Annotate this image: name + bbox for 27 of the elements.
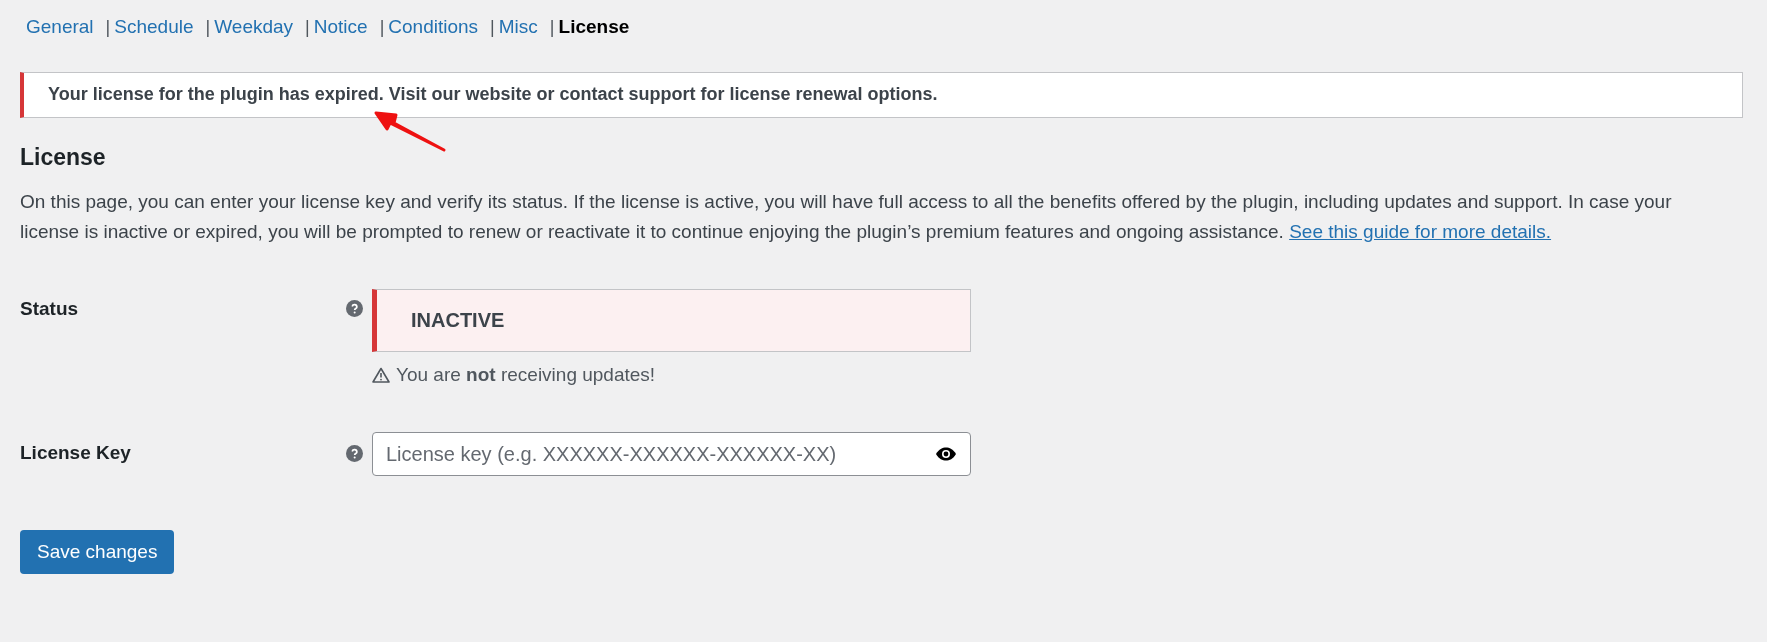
section-heading: License bbox=[20, 144, 107, 171]
tab-separator: | bbox=[379, 16, 385, 38]
nav-tab[interactable]: Conditions bbox=[388, 16, 479, 38]
status-indicator: INACTIVE bbox=[372, 289, 971, 352]
tab-separator: | bbox=[105, 16, 111, 38]
field-label: Status bbox=[20, 298, 80, 320]
guide-link[interactable]: See this guide for more details. bbox=[1289, 221, 1552, 242]
tab-separator: | bbox=[549, 16, 555, 38]
nav-tab[interactable]: Misc bbox=[498, 16, 538, 38]
nav-tab[interactable]: Schedule bbox=[114, 16, 194, 38]
nav-tab[interactable]: License bbox=[558, 16, 630, 38]
tab-separator: | bbox=[490, 16, 495, 38]
help-icon[interactable] bbox=[346, 300, 363, 317]
nav-tab[interactable]: General bbox=[26, 16, 94, 38]
save-button[interactable]: Save changes bbox=[20, 530, 175, 574]
warning-icon bbox=[372, 367, 390, 383]
description-paragraph: On this page, you can enter your license key and verify its status. If the license is active, you will have full access to all the benefits offered by the plugin, including updates and support. In case your license is inactive or expired, you will be prompted to renew or reactivate it to continue enjoying the plugin’s premium features and ongoing assistance. See this guide for more details. bbox=[20, 190, 1673, 244]
license-key-field[interactable]: License key (e.g. XXXXXX-XXXXXX-XXXXXX-XX) bbox=[372, 432, 971, 476]
tab-separator: | bbox=[205, 16, 211, 38]
nav-tab[interactable]: Notice bbox=[313, 16, 368, 38]
help-icon[interactable] bbox=[346, 445, 363, 462]
tab-separator: | bbox=[305, 16, 310, 38]
warning-text: You are not receiving updates! bbox=[396, 364, 656, 386]
eye-icon[interactable] bbox=[935, 447, 957, 461]
nav-tab[interactable]: Weekday bbox=[214, 16, 294, 38]
error-notice: Your license for the plugin has expired. Visit our website or contact support for license renewal options. bbox=[20, 72, 1743, 118]
field-label: License Key bbox=[20, 442, 132, 464]
